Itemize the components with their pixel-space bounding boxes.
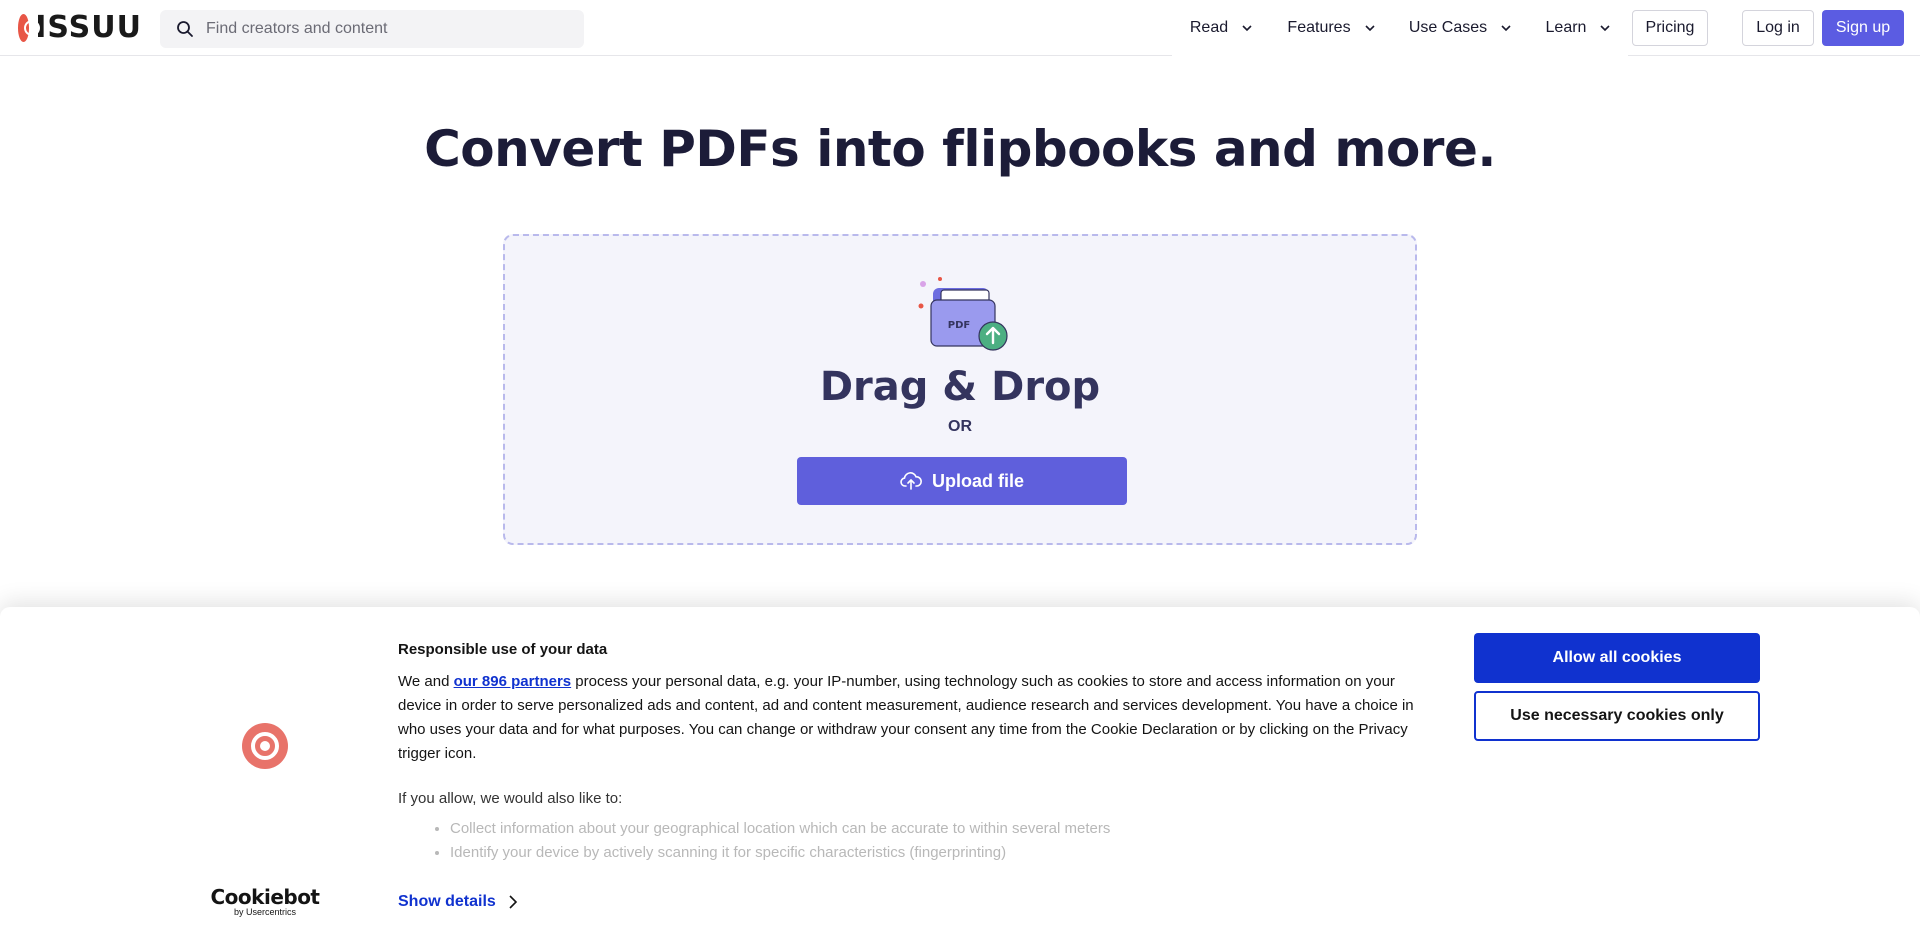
cookie-heading: Responsible use of your data (398, 641, 608, 658)
logo-text: ISSUU (35, 10, 142, 45)
issuu-logo-link[interactable]: ISSUU (18, 13, 142, 43)
cookie-text: Responsible use of your data We and our … (398, 641, 1418, 865)
upload-file-label[interactable]: Upload file (932, 471, 1024, 492)
allow-list: Collect information about your geographi… (450, 817, 1418, 865)
drag-drop-title: Drag & Drop (819, 364, 1101, 410)
nav-use-cases-label: Use Cases (1408, 19, 1488, 36)
allow-intro: If you allow, we would also like to: (398, 790, 623, 807)
search-input[interactable] (206, 10, 576, 48)
issuu-logo-icon (18, 14, 41, 42)
chevron-down-icon (1501, 25, 1511, 32)
page-title: Convert PDFs into flipbooks and more. (424, 120, 1496, 178)
nav-read-label: Read (1189, 19, 1229, 36)
and-more-link[interactable] (1172, 621, 1250, 640)
details-section-link[interactable] (1040, 872, 1150, 888)
list-item: Collect information about your geographi… (450, 817, 1418, 841)
nav-use-cases-button[interactable]: Use Cases (1392, 0, 1528, 56)
search-icon (177, 21, 193, 37)
main-nav: Read Features Use Cases Learn (1172, 0, 1628, 56)
show-details-button[interactable]: Show details (398, 889, 518, 915)
issuu-brand-icon (242, 723, 288, 769)
cookie-consent-banner: Cookiebot by Usercentrics Responsible us… (0, 607, 1920, 941)
upload-dropzone[interactable]: PDF Drag & Drop OR Upload file (503, 234, 1417, 545)
login-button[interactable]: Log in (1742, 10, 1814, 46)
site-header: ISSUU Read Features Use Cases Learn Pric… (0, 0, 1920, 56)
chevron-right-icon (509, 895, 517, 909)
search-bar (160, 10, 584, 48)
pdf-folder-icon: PDF (918, 277, 1008, 351)
chevron-down-icon (1242, 25, 1252, 32)
cookiebot-logo-sub: by Usercentrics (233, 907, 296, 917)
cookiebot-logo-text: Cookiebot (210, 885, 321, 909)
pdf-badge-text: PDF (948, 320, 970, 331)
nav-learn-button[interactable]: Learn (1528, 0, 1628, 56)
cookie-description: We and our 896 partners process your per… (398, 670, 1418, 766)
cookiebot-logo-link[interactable]: Cookiebot by Usercentrics (178, 887, 352, 917)
upload-file-button[interactable]: Upload file (797, 457, 1127, 505)
cookie-desc-start: We and (398, 673, 454, 690)
allow-all-cookies-button[interactable]: Allow all cookies (1474, 633, 1760, 683)
pricing-button[interactable]: Pricing (1632, 10, 1708, 46)
chevron-down-icon (1364, 25, 1375, 32)
nav-learn-label: Learn (1545, 19, 1587, 36)
nav-features-label: Features (1287, 19, 1351, 36)
chevron-down-icon (1600, 25, 1611, 32)
partners-link[interactable]: our 896 partners (454, 673, 572, 690)
necessary-cookies-only-button[interactable]: Use necessary cookies only (1474, 691, 1760, 741)
cloud-upload-icon[interactable] (900, 470, 922, 492)
nav-features-button[interactable]: Features (1270, 0, 1392, 56)
nav-read-button[interactable]: Read (1172, 0, 1270, 56)
or-divider: OR (948, 418, 972, 435)
signup-button[interactable]: Sign up (1822, 10, 1904, 46)
list-item: Identify your device by actively scannin… (450, 841, 1418, 865)
show-details-label: Show details (398, 893, 496, 910)
